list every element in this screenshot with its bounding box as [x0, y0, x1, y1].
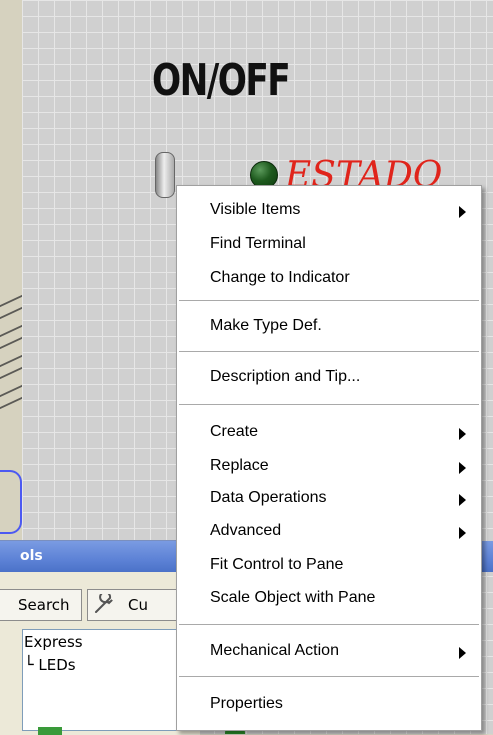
menu-item-fit-control-to-pane[interactable]: Fit Control to Pane: [177, 551, 481, 581]
menu-separator: [179, 351, 479, 353]
menu-item-create[interactable]: Create: [177, 418, 481, 448]
menu-item-data-operations[interactable]: Data Operations: [177, 484, 481, 514]
submenu-arrow-icon: [459, 206, 466, 218]
tree-item-leds[interactable]: └ LEDs: [24, 655, 76, 674]
menu-item-mechanical-action[interactable]: Mechanical Action: [177, 637, 481, 667]
tree-item-leds-label: LEDs: [38, 656, 76, 674]
menu-item-label: Fit Control to Pane: [210, 556, 344, 573]
menu-item-find-terminal[interactable]: Find Terminal: [177, 230, 481, 260]
menu-item-label: Change to Indicator: [210, 269, 350, 286]
menu-separator: [179, 624, 479, 626]
submenu-arrow-icon: [459, 428, 466, 440]
menu-item-label: Create: [210, 423, 259, 440]
menu-item-label: Description and Tip...: [210, 368, 361, 385]
palette-title: ols: [20, 548, 43, 564]
menu-item-label: Find Terminal: [210, 235, 306, 252]
menu-item-visible-items[interactable]: Visible Items: [177, 196, 481, 226]
wire-decoration: [0, 354, 22, 380]
menu-separator: [179, 676, 479, 678]
menu-separator: [179, 404, 479, 406]
wire-decoration: [0, 294, 22, 320]
menu-item-advanced[interactable]: Advanced: [177, 517, 481, 547]
tree-item-express[interactable]: Express: [24, 633, 83, 651]
menu-item-label: Replace: [210, 457, 269, 474]
menu-item-description-and-tip[interactable]: Description and Tip...: [177, 363, 481, 393]
menu-separator: [179, 300, 479, 302]
menu-item-label: Advanced: [210, 522, 282, 539]
wire-decoration: [0, 324, 22, 350]
search-button[interactable]: Search: [0, 589, 82, 621]
submenu-arrow-icon: [459, 494, 466, 506]
menu-item-make-type-def[interactable]: Make Type Def.: [177, 312, 481, 342]
search-button-label: Search: [18, 596, 70, 614]
menu-item-label: Scale Object with Pane: [210, 589, 376, 606]
menu-item-change-to-indicator[interactable]: Change to Indicator: [177, 264, 481, 294]
controls-palette: ols Search Cu Express └ LEDs: [0, 540, 493, 735]
submenu-arrow-icon: [459, 647, 466, 659]
tree-branch-icon: └: [24, 655, 34, 674]
submenu-arrow-icon: [459, 462, 466, 474]
customize-button-label: Cu: [128, 596, 148, 614]
switch-label: ON/OFF: [152, 55, 291, 106]
menu-item-replace[interactable]: Replace: [177, 452, 481, 482]
menu-item-label: Data Operations: [210, 489, 327, 506]
menu-item-scale-object-with-pane[interactable]: Scale Object with Pane: [177, 584, 481, 614]
menu-item-label: Properties: [210, 695, 283, 712]
blue-wire-decoration: [0, 470, 22, 534]
menu-item-properties[interactable]: Properties: [177, 690, 481, 720]
menu-item-label: Mechanical Action: [210, 642, 339, 659]
toggle-switch-control[interactable]: [155, 152, 175, 198]
submenu-arrow-icon: [459, 527, 466, 539]
wire-decoration: [0, 384, 22, 410]
wrench-icon: [95, 594, 113, 613]
menu-item-label: Make Type Def.: [210, 317, 322, 334]
menu-item-label: Visible Items: [210, 201, 301, 218]
context-menu: Visible Items Find Terminal Change to In…: [176, 185, 482, 731]
